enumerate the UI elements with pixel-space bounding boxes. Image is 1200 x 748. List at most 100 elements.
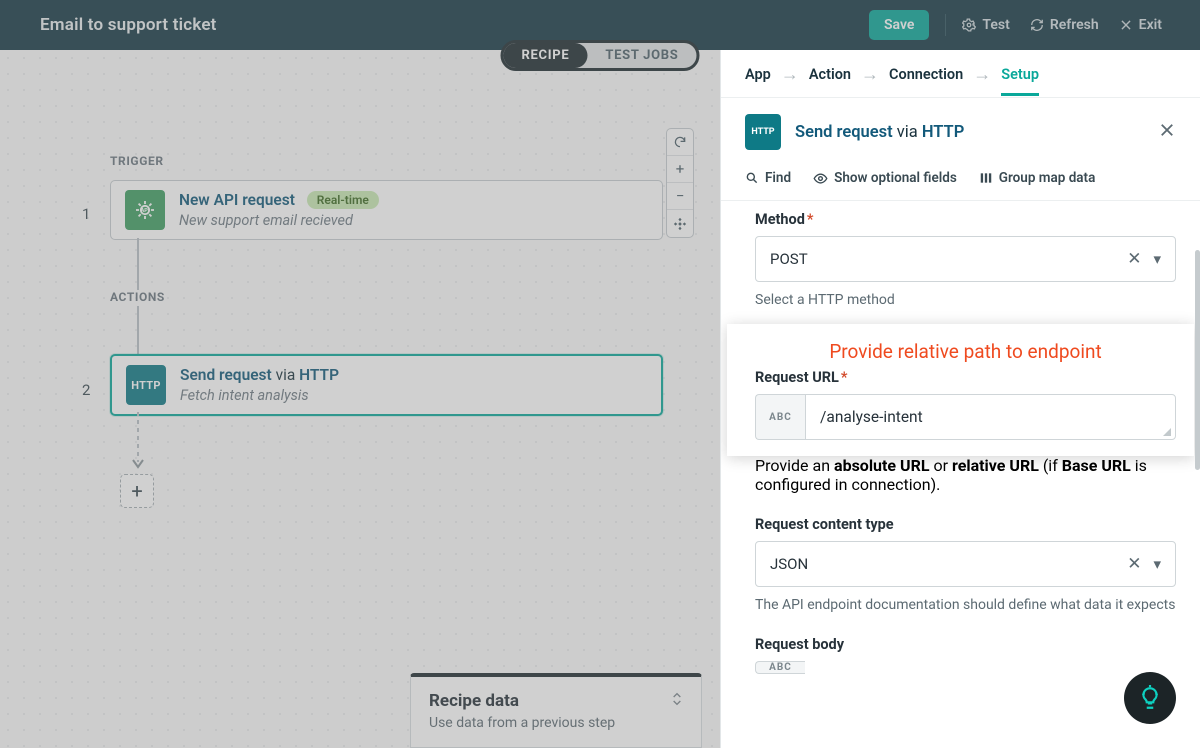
find-label: Find <box>765 170 791 186</box>
request-url-label: Request URL <box>755 369 839 386</box>
step-number-1: 1 <box>82 205 90 223</box>
tray-subtitle: Use data from a previous step <box>429 715 683 731</box>
help-bulb-button[interactable] <box>1124 672 1176 724</box>
recipe-canvas: TRIGGER ACTIONS 1 2 API New API request … <box>0 50 720 748</box>
method-help: Select a HTTP method <box>755 290 1176 310</box>
scrollbar[interactable] <box>1195 250 1200 470</box>
trigger-subtitle: New support email recieved <box>179 212 379 229</box>
svg-text:API: API <box>141 208 150 214</box>
find-button[interactable]: Find <box>745 170 791 186</box>
zoom-fit-button[interactable] <box>667 210 693 237</box>
crumb-setup[interactable]: Setup <box>1001 66 1039 96</box>
chevron-right-icon: → <box>781 64 799 85</box>
chevron-down-icon[interactable]: ▾ <box>1153 555 1161 573</box>
breadcrumb: App → Action → Connection → Setup <box>721 50 1200 98</box>
annotation-text: Provide relative path to endpoint <box>755 340 1176 369</box>
save-button[interactable]: Save <box>869 10 929 40</box>
chevron-down-icon[interactable]: ▾ <box>1153 250 1161 268</box>
content-type-label: Request content type <box>755 516 1176 533</box>
http-icon: HTTP <box>745 114 781 150</box>
clear-icon[interactable]: ✕ <box>1127 554 1141 574</box>
connector-line <box>132 306 144 354</box>
required-marker: * <box>807 211 814 228</box>
eye-icon <box>813 171 828 186</box>
panel-title-strong: Send request <box>795 123 893 142</box>
expand-icon <box>669 691 685 707</box>
trigger-title: New API request <box>179 191 295 209</box>
method-value: POST <box>770 250 808 268</box>
formula-mode-toggle[interactable]: ABC <box>755 661 805 674</box>
group-map-label: Group map data <box>999 170 1096 186</box>
refresh-icon <box>1030 18 1044 32</box>
http-icon: HTTP <box>126 365 166 405</box>
gear-icon <box>962 18 976 32</box>
group-icon <box>979 171 993 185</box>
clear-icon[interactable]: ✕ <box>1127 249 1141 269</box>
close-icon <box>1119 18 1133 32</box>
action-card-selected[interactable]: HTTP Send request via HTTP Fetch intent … <box>110 354 663 416</box>
exit-label: Exit <box>1139 17 1162 33</box>
show-optional-label: Show optional fields <box>834 170 957 186</box>
required-marker: * <box>841 369 848 386</box>
mode-toggle: RECIPE TEST JOBS <box>501 40 700 71</box>
realtime-badge: Real-time <box>307 191 379 209</box>
content-type-select[interactable]: JSON ✕ ▾ <box>755 541 1176 587</box>
recipe-data-tray[interactable]: Recipe data Use data from a previous ste… <box>410 673 702 748</box>
api-icon: API <box>125 190 165 230</box>
action-title-strong: Send request <box>180 366 272 384</box>
refresh-icon <box>673 135 687 149</box>
tab-test-jobs[interactable]: TEST JOBS <box>587 43 696 68</box>
request-url-value: /analyse-intent <box>820 408 923 426</box>
panel-toolbar: Find Show optional fields Group map data <box>721 164 1200 201</box>
chevron-right-icon: → <box>861 64 879 85</box>
zoom-reset-button[interactable] <box>667 129 693 156</box>
action-title-http: HTTP <box>299 366 339 384</box>
setup-form: Method* POST ✕ ▾ Select a HTTP method Pr… <box>721 201 1200 674</box>
close-panel-button[interactable] <box>1158 120 1176 144</box>
crumb-action[interactable]: Action <box>809 66 851 83</box>
panel-title-rest: via <box>893 123 922 142</box>
refresh-button[interactable]: Refresh <box>1020 11 1109 39</box>
panel-title-http: HTTP <box>922 123 964 142</box>
request-body-label: Request body <box>755 636 1176 653</box>
tray-title: Recipe data <box>429 691 683 711</box>
test-label: Test <box>982 17 1009 33</box>
content-type-value: JSON <box>770 555 808 573</box>
trigger-card[interactable]: API New API request Real-time New suppor… <box>110 180 663 240</box>
tab-recipe[interactable]: RECIPE <box>504 43 588 68</box>
move-icon <box>673 217 687 231</box>
exit-button[interactable]: Exit <box>1109 11 1172 39</box>
group-map-button[interactable]: Group map data <box>979 170 1096 186</box>
resize-handle[interactable] <box>1161 426 1171 436</box>
expand-tray-button[interactable] <box>669 691 685 711</box>
request-body-field: Request body ABC <box>755 636 1176 674</box>
add-step-button[interactable]: + <box>120 474 154 508</box>
refresh-label: Refresh <box>1050 17 1099 33</box>
page-title: Email to support ticket <box>40 15 217 35</box>
close-icon <box>1158 121 1176 139</box>
connector-line <box>132 238 144 290</box>
content-type-help: The API endpoint documentation should de… <box>755 595 1176 615</box>
formula-mode-toggle[interactable]: ABC <box>755 394 805 440</box>
zoom-out-button[interactable]: − <box>667 183 693 210</box>
chevron-right-icon: → <box>973 64 991 85</box>
divider <box>945 14 946 36</box>
request-url-help: Provide an absolute URL or relative URL … <box>755 456 1176 494</box>
panel-header: HTTP Send request via HTTP <box>721 98 1200 164</box>
request-url-field: Request URL* ABC /analyse-intent <box>755 369 1176 440</box>
actions-section-label: ACTIONS <box>110 290 165 304</box>
method-select[interactable]: POST ✕ ▾ <box>755 236 1176 282</box>
show-optional-button[interactable]: Show optional fields <box>813 170 957 186</box>
zoom-in-button[interactable]: + <box>667 156 693 183</box>
test-button[interactable]: Test <box>952 11 1019 39</box>
method-label: Method <box>755 211 805 228</box>
method-field: Method* POST ✕ ▾ Select a HTTP method <box>755 211 1176 310</box>
crumb-connection[interactable]: Connection <box>889 66 963 83</box>
request-url-input[interactable]: /analyse-intent <box>805 394 1176 440</box>
action-title-rest: via <box>272 366 299 384</box>
content-type-field: Request content type JSON ✕ ▾ The API en… <box>755 516 1176 615</box>
config-panel: App → Action → Connection → Setup HTTP S… <box>720 50 1200 748</box>
step-number-2: 2 <box>82 381 90 399</box>
lightbulb-icon <box>1137 685 1163 711</box>
crumb-app[interactable]: App <box>745 66 771 83</box>
